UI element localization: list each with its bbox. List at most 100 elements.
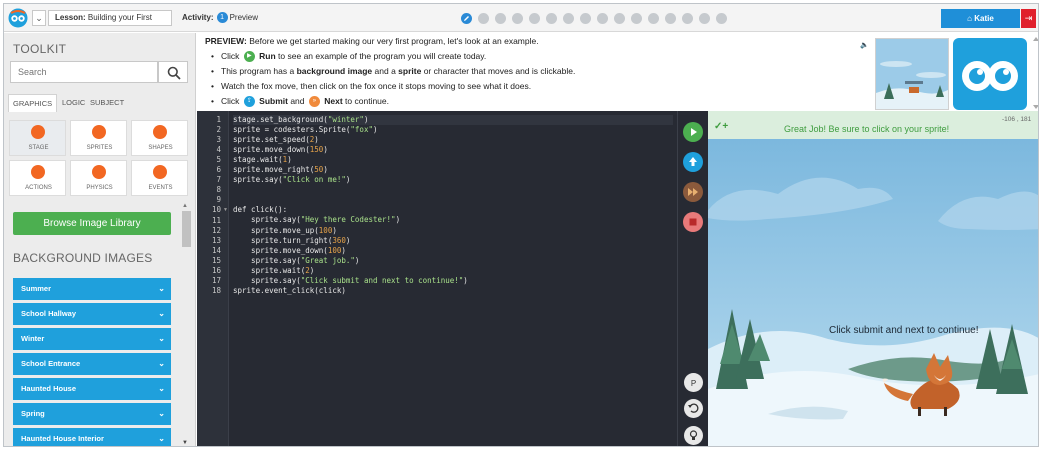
code-line[interactable]: sprite.say("Hey there Codester!") <box>233 215 673 225</box>
scroll-down-arrow-icon[interactable]: ▼ <box>182 440 188 446</box>
bg-item-winter[interactable]: Winter ⌄ <box>13 328 171 350</box>
instructions-scrollbar[interactable] <box>1032 35 1039 111</box>
progress-step[interactable] <box>631 13 642 24</box>
play-icon <box>691 128 697 136</box>
progress-step[interactable] <box>495 13 506 24</box>
progress-step[interactable] <box>648 13 659 24</box>
tile-events[interactable]: EVENTS <box>131 160 188 196</box>
progress-step[interactable] <box>580 13 591 24</box>
user-account-button[interactable]: ⌂ Katie <box>941 9 1020 28</box>
progress-step[interactable] <box>665 13 676 24</box>
submit-mini-icon: ⇪ <box>243 96 255 108</box>
stop-button[interactable] <box>683 212 703 232</box>
progress-step[interactable] <box>478 13 489 24</box>
code-line[interactable]: sprite.set_speed(2) <box>233 135 673 145</box>
scrollbar-thumb[interactable] <box>182 211 191 247</box>
tab-graphics[interactable]: GRAPHICS <box>8 94 58 112</box>
code-line[interactable]: sprite.say("Click submit and next to con… <box>233 276 673 286</box>
bg-item-spring[interactable]: Spring ⌄ <box>13 403 171 425</box>
tile-sprites[interactable]: SPRITES <box>70 120 127 156</box>
line-number: 1 <box>216 115 221 124</box>
lesson-selector[interactable]: Lesson: Building your First <box>48 10 172 26</box>
progress-step-current[interactable] <box>461 13 472 24</box>
line-number: 11 <box>211 215 221 225</box>
code-line[interactable]: sprite = codesters.Sprite("fox") <box>233 125 673 135</box>
submit-button[interactable] <box>683 152 703 172</box>
line-number: 2 <box>216 125 221 135</box>
code-line[interactable]: sprite.move_down(100) <box>233 246 673 256</box>
progress-step[interactable] <box>699 13 710 24</box>
lightbulb-icon <box>689 430 698 440</box>
scroll-up-arrow-icon[interactable]: ▲ <box>182 203 188 209</box>
progress-step[interactable] <box>614 13 625 24</box>
instruction-text: to see an example of the program you wil… <box>275 51 487 61</box>
code-line[interactable]: sprite.move_up(100) <box>233 226 673 236</box>
instruction-watch: Watch the fox move, then click on the fo… <box>211 79 575 94</box>
progress-step[interactable] <box>512 13 523 24</box>
code-line[interactable]: sprite.turn_right(360) <box>233 236 673 246</box>
tile-shapes[interactable]: SHAPES <box>131 120 188 156</box>
stage-icon <box>31 125 45 139</box>
code-line[interactable]: sprite.say("Click on me!") <box>233 175 673 185</box>
bg-item-school-entrance[interactable]: School Entrance ⌄ <box>13 353 171 375</box>
line-number: 18 <box>211 285 221 295</box>
fold-arrow-icon[interactable]: ▼ <box>223 205 228 215</box>
bg-item-haunted-house[interactable]: Haunted House ⌄ <box>13 378 171 400</box>
codesters-mascot-thumbnail[interactable] <box>953 38 1027 110</box>
code-line[interactable]: sprite.move_right(50) <box>233 165 673 175</box>
code-line[interactable]: stage.set_background("winter") <box>233 115 673 126</box>
code-line[interactable]: def click(): <box>233 205 673 215</box>
tab-logic[interactable]: LOGIC <box>58 94 89 112</box>
codesters-logo-icon[interactable] <box>8 8 28 28</box>
tile-physics[interactable]: PHYSICS <box>70 160 127 196</box>
stage-canvas[interactable]: ✓+ Great Job! Be sure to click on your s… <box>708 111 1038 446</box>
bg-item-haunted-house-interior[interactable]: Haunted House Interior ⌄ <box>13 428 171 446</box>
pencil-icon <box>464 16 469 21</box>
progress-step[interactable] <box>546 13 557 24</box>
code-line[interactable]: sprite.say("Great job.") <box>233 256 673 266</box>
progress-step[interactable] <box>716 13 727 24</box>
search-icon <box>167 66 181 80</box>
tile-label: ACTIONS <box>25 185 52 191</box>
tab-subject[interactable]: SUBJECT <box>86 94 128 112</box>
hint-button[interactable] <box>684 426 703 445</box>
line-number: 7 <box>216 175 221 185</box>
tile-actions[interactable]: ACTIONS <box>9 160 66 196</box>
code-line[interactable] <box>233 185 673 195</box>
python-mode-button[interactable]: P <box>684 373 703 392</box>
line-number: 5 <box>216 155 221 165</box>
code-line[interactable]: sprite.move_down(150) <box>233 145 673 155</box>
submit-icon <box>689 157 697 166</box>
tile-stage[interactable]: STAGE <box>9 120 66 156</box>
stop-icon <box>689 218 697 226</box>
progress-step[interactable] <box>529 13 540 24</box>
next-button[interactable] <box>683 182 703 202</box>
instruction-run: Click ▶ Run to see an example of the pro… <box>211 49 575 64</box>
search-button[interactable] <box>158 61 188 83</box>
toolkit-search-input[interactable] <box>10 61 158 83</box>
toolkit-scrollbar[interactable]: ▲ ▼ <box>180 203 192 446</box>
preview-thumbnail-winter[interactable] <box>875 38 949 110</box>
code-line[interactable]: sprite.wait(2) <box>233 266 673 276</box>
code-line[interactable] <box>233 195 673 205</box>
tile-label: SHAPES <box>148 145 173 151</box>
reset-button[interactable] <box>684 399 703 418</box>
code-content[interactable]: stage.set_background("winter") sprite = c… <box>233 115 673 296</box>
progress-step[interactable] <box>597 13 608 24</box>
code-editor[interactable]: 1 2 3 4 5 6 7 8 9 10 ▼ 11 12 13 14 15 16 17 18 stage.set_b… <box>197 111 677 446</box>
progress-step[interactable] <box>682 13 693 24</box>
lesson-label: Lesson: <box>55 13 86 22</box>
speaker-icon[interactable]: 🔈 <box>860 41 869 49</box>
bg-item-summer[interactable]: Summer ⌄ <box>13 278 171 300</box>
browse-image-library-button[interactable]: Browse Image Library <box>13 212 171 235</box>
run-button[interactable] <box>683 122 703 142</box>
actions-icon <box>31 165 45 179</box>
mouse-coordinates: -106 , 181 <box>1002 116 1032 123</box>
fast-forward-icon <box>688 188 698 196</box>
code-line[interactable]: stage.wait(1) <box>233 155 673 165</box>
bg-item-school-hallway[interactable]: School Hallway ⌄ <box>13 303 171 325</box>
lesson-dropdown-button[interactable]: ⌄ <box>32 10 46 26</box>
code-line[interactable]: sprite.event_click(click) <box>233 286 673 296</box>
progress-step[interactable] <box>563 13 574 24</box>
logout-button[interactable]: ⇥ <box>1021 9 1036 28</box>
